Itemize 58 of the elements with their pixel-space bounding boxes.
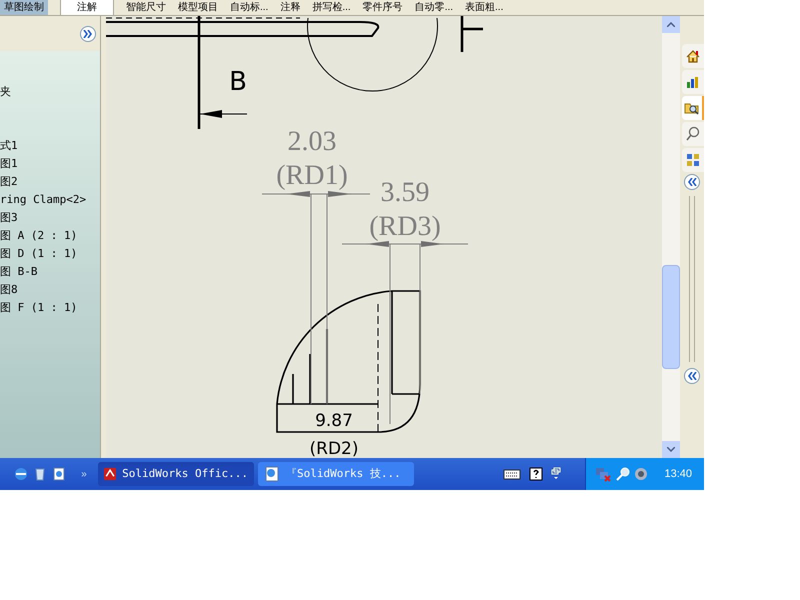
taskbar-button[interactable]: SolidWorks Offic... (98, 462, 254, 486)
toolbar-button[interactable]: 自动零... (414, 0, 454, 15)
tree-item[interactable]: 图 D (1 : 1) (0, 245, 100, 263)
tree-item[interactable]: 图8 (0, 281, 100, 299)
bar-chart-icon (685, 74, 701, 90)
toolbar-button[interactable]: 表面粗... (465, 0, 504, 15)
task-pane-tab[interactable] (682, 122, 704, 146)
document-icon (264, 466, 280, 482)
windows-restore-icon[interactable] (551, 467, 562, 481)
bin-icon[interactable] (34, 467, 46, 481)
tree-item[interactable]: ring Clamp<2> (0, 191, 100, 209)
toolbar-button[interactable]: 智能尺寸 (126, 0, 166, 15)
taskbar-button[interactable]: 『SolidWorks 技... (258, 462, 414, 486)
dimension-value[interactable]: 9.87 (315, 411, 353, 431)
double-chevron-icon (687, 372, 697, 380)
double-chevron-icon (83, 30, 93, 38)
tree-item[interactable]: 图 F (1 : 1) (0, 299, 100, 317)
collapse-button[interactable] (684, 174, 700, 190)
app-logo-icon (104, 466, 116, 482)
house-icon (685, 48, 701, 64)
tree-item[interactable]: 夹 (0, 83, 100, 101)
grid-squares-icon (685, 152, 701, 168)
speaker-icon[interactable] (634, 467, 648, 481)
tree-item[interactable]: 图 A (2 : 1) (0, 227, 100, 245)
chevron-down-icon (667, 447, 675, 452)
magnifier-icon[interactable] (616, 467, 630, 481)
collapse-button[interactable] (684, 368, 700, 384)
splitter-handle[interactable] (689, 196, 695, 362)
task-pane-tab[interactable] (682, 148, 704, 172)
section-label: B (229, 67, 247, 97)
tree-item[interactable]: 图1 (0, 155, 100, 173)
keyboard-icon[interactable] (503, 468, 522, 480)
search-icon (685, 126, 701, 142)
scroll-up-button[interactable] (662, 16, 680, 33)
toolbar-tab[interactable]: 注解 (60, 0, 114, 15)
dimension-reference[interactable]: (RD2) (310, 439, 358, 458)
document-icon[interactable] (52, 467, 66, 481)
scroll-down-button[interactable] (662, 441, 680, 458)
tree-item[interactable]: 图3 (0, 209, 100, 227)
toolbar-button[interactable]: 零件序号 (362, 0, 403, 15)
tree-item[interactable]: 图2 (0, 173, 100, 191)
scroll-thumb[interactable] (662, 265, 680, 369)
toolbar-button[interactable]: 自动标... (230, 0, 268, 15)
more-indicator[interactable]: » (70, 466, 98, 482)
toolbar-button[interactable]: 拼写检... (312, 0, 351, 15)
help-icon[interactable] (529, 467, 544, 481)
toolbar-button[interactable]: 模型项目 (178, 0, 218, 15)
toolbar-button[interactable]: 注释 (280, 0, 300, 15)
chevron-up-icon (667, 22, 675, 27)
expand-button[interactable] (80, 26, 96, 42)
double-chevron-icon (687, 178, 697, 186)
task-pane-tab[interactable] (682, 44, 704, 68)
tree-item[interactable]: 式1 (0, 137, 100, 155)
task-pane-tab[interactable] (682, 70, 704, 94)
tree-item[interactable]: 图 B-B (0, 263, 100, 281)
toolbar-tab[interactable]: 草图绘制 (0, 0, 48, 15)
task-pane-tab[interactable] (682, 96, 704, 120)
clock: 13:40 (664, 466, 692, 482)
